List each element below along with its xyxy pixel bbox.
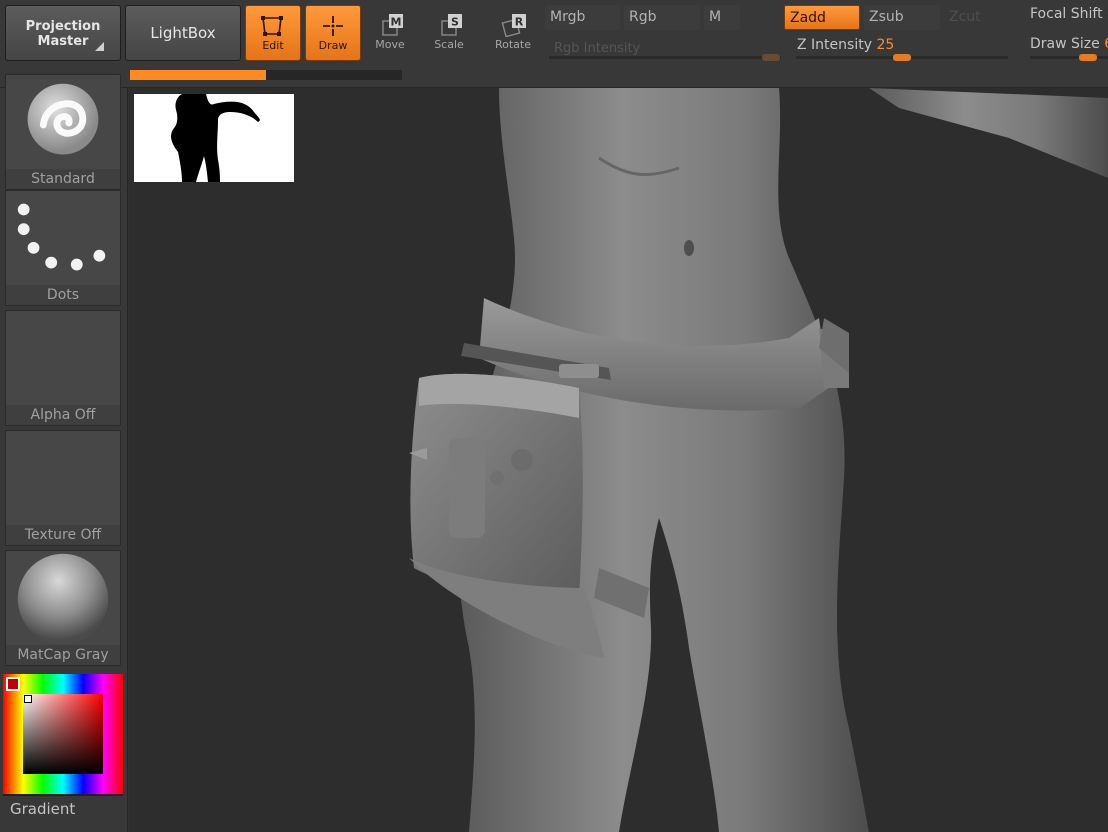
- scale-icon: S: [441, 14, 462, 36]
- z-intensity-control[interactable]: Z Intensity 25: [792, 33, 932, 58]
- progress-bar: [130, 70, 402, 80]
- progress-bar-fill: [130, 70, 266, 80]
- move-mode-button[interactable]: M Move: [362, 5, 418, 61]
- scale-hotkey: S: [451, 16, 459, 29]
- navigation-thumbnail[interactable]: [134, 94, 294, 182]
- stroke-label: Dots: [6, 285, 120, 305]
- projection-master-button[interactable]: Projection Master: [5, 5, 121, 61]
- draw-mode-button[interactable]: Draw: [305, 5, 361, 61]
- left-shelf: Standard Dots Alpha Off Texture Off MatC…: [0, 74, 128, 832]
- corner-triangle-icon: [95, 42, 104, 51]
- edit-icon: [261, 16, 283, 36]
- draw-size-control[interactable]: Draw Size 6: [1025, 32, 1108, 57]
- rotate-icon: R: [501, 14, 526, 37]
- texture-label: Texture Off: [6, 525, 120, 545]
- color-cursor[interactable]: [24, 695, 32, 703]
- top-toolbar: Projection Master LightBox Edit Draw M M…: [0, 0, 1108, 88]
- rgb-button[interactable]: Rgb: [624, 5, 700, 30]
- alpha-label: Alpha Off: [6, 405, 120, 425]
- draw-size-slider-knob[interactable]: [1079, 54, 1097, 61]
- rotate-hotkey: R: [515, 16, 524, 29]
- edit-mode-label: Edit: [262, 39, 284, 52]
- dots-stroke-icon: [17, 203, 106, 271]
- draw-mode-label: Draw: [318, 39, 348, 52]
- color-picker[interactable]: [3, 674, 123, 796]
- move-icon: M: [382, 14, 403, 36]
- brush-selector[interactable]: Standard: [5, 74, 121, 190]
- scale-mode-label: Scale: [434, 38, 464, 51]
- scale-mode-button[interactable]: S Scale: [421, 5, 477, 61]
- focal-shift-label: Focal Shift: [1030, 6, 1103, 22]
- rotate-mode-label: Rotate: [494, 38, 531, 51]
- m-button[interactable]: M: [704, 5, 740, 30]
- draw-size-label: Draw Size: [1030, 36, 1100, 52]
- projection-master-label-line2: Master: [37, 34, 89, 49]
- matcap-sphere-icon: [17, 553, 109, 645]
- move-hotkey: M: [391, 16, 402, 29]
- focal-shift-control[interactable]: Focal Shift 0: [1025, 2, 1108, 27]
- zsub-button[interactable]: Zsub: [864, 5, 940, 30]
- draw-size-value: 6: [1104, 36, 1108, 52]
- document-canvas[interactable]: [129, 88, 1108, 832]
- edit-mode-button[interactable]: Edit: [245, 5, 301, 61]
- figure-silhouette-icon: [171, 94, 260, 182]
- rgb-intensity-slider-knob[interactable]: [762, 54, 780, 61]
- move-mode-label: Move: [375, 38, 405, 51]
- sculpt-model: [409, 88, 1108, 832]
- texture-selector[interactable]: Texture Off: [5, 430, 121, 546]
- material-label: MatCap Gray: [6, 645, 120, 665]
- standard-brush-icon: [27, 83, 99, 155]
- z-intensity-value: 25: [876, 37, 895, 53]
- zadd-button[interactable]: Zadd: [784, 5, 860, 30]
- projection-master-label-line1: Projection: [25, 19, 101, 34]
- main-color-swatch[interactable]: [6, 677, 20, 691]
- lightbox-button[interactable]: LightBox: [125, 5, 241, 61]
- alpha-selector[interactable]: Alpha Off: [5, 310, 121, 426]
- stroke-selector[interactable]: Dots: [5, 190, 121, 306]
- z-intensity-slider-knob[interactable]: [893, 54, 911, 61]
- mrgb-button[interactable]: Mrgb: [545, 5, 620, 30]
- draw-icon: [323, 16, 343, 36]
- zcut-button[interactable]: Zcut: [944, 5, 984, 30]
- z-intensity-label: Z Intensity: [797, 37, 872, 53]
- brush-label: Standard: [6, 169, 120, 189]
- rotate-mode-button[interactable]: R Rotate: [485, 5, 541, 61]
- material-selector[interactable]: MatCap Gray: [5, 550, 121, 666]
- saturation-value-box[interactable]: [23, 694, 103, 774]
- rgb-intensity-slider[interactable]: [549, 56, 781, 59]
- gradient-label[interactable]: Gradient: [10, 800, 75, 818]
